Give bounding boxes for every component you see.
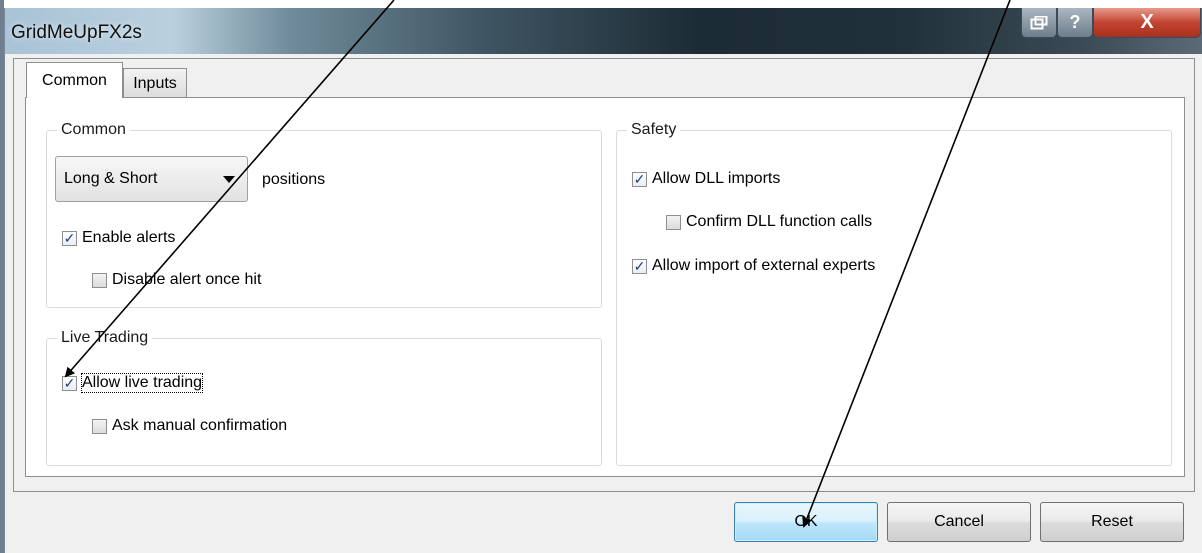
cancel-button[interactable]: Cancel bbox=[887, 502, 1031, 542]
ok-button[interactable]: OK bbox=[734, 502, 878, 542]
window-title: GridMeUpFX2s bbox=[11, 22, 142, 43]
help-icon: ? bbox=[1069, 12, 1081, 32]
enable-alerts-checkbox[interactable]: ✓ Enable alerts bbox=[62, 229, 175, 247]
checkbox-unchecked-icon bbox=[666, 214, 681, 230]
live-trading-group: Live Trading bbox=[46, 328, 602, 466]
confirm-dll-function-calls-checkbox[interactable]: Confirm DLL function calls bbox=[666, 213, 872, 231]
positions-select-value: Long & Short bbox=[64, 170, 158, 187]
checkbox-checked-icon: ✓ bbox=[62, 230, 77, 246]
ask-manual-confirmation-label: Ask manual confirmation bbox=[112, 417, 288, 434]
allow-import-external-experts-checkbox[interactable]: ✓ Allow import of external experts bbox=[632, 257, 875, 275]
help-button[interactable]: ? bbox=[1057, 8, 1093, 38]
confirm-dll-function-calls-label: Confirm DLL function calls bbox=[686, 213, 873, 230]
cancel-button-label: Cancel bbox=[934, 513, 984, 530]
positions-label: positions bbox=[262, 171, 326, 188]
close-button[interactable]: X bbox=[1093, 8, 1201, 38]
restore-icon bbox=[1030, 15, 1048, 29]
checkbox-checked-icon: ✓ bbox=[632, 258, 647, 274]
disable-alert-once-hit-checkbox[interactable]: Disable alert once hit bbox=[92, 271, 261, 289]
ask-manual-confirmation-checkbox[interactable]: Ask manual confirmation bbox=[92, 417, 287, 435]
enable-alerts-label: Enable alerts bbox=[82, 229, 176, 246]
close-icon: X bbox=[1140, 11, 1154, 33]
checkbox-checked-icon: ✓ bbox=[62, 375, 77, 391]
checkbox-unchecked-icon bbox=[92, 272, 107, 288]
chevron-down-icon bbox=[223, 175, 235, 183]
live-trading-group-legend: Live Trading bbox=[57, 328, 153, 348]
checkbox-unchecked-icon bbox=[92, 418, 107, 434]
allow-dll-imports-checkbox[interactable]: ✓ Allow DLL imports bbox=[632, 170, 780, 188]
common-group-legend: Common bbox=[57, 120, 130, 140]
tab-panel-common: Common Live Trading Safety ✓ Enable aler… bbox=[25, 97, 1185, 477]
allow-live-trading-checkbox[interactable]: ✓ Allow live trading bbox=[62, 373, 204, 393]
reset-button-label: Reset bbox=[1091, 513, 1133, 530]
disable-alert-once-hit-label: Disable alert once hit bbox=[112, 271, 262, 288]
title-bar: GridMeUpFX2s ? X bbox=[5, 8, 1202, 54]
ok-button-label: OK bbox=[794, 513, 818, 530]
tab-inputs-label: Inputs bbox=[133, 74, 177, 92]
checkbox-checked-icon: ✓ bbox=[632, 171, 647, 187]
tab-common[interactable]: Common bbox=[26, 62, 123, 98]
restore-button[interactable] bbox=[1021, 8, 1057, 38]
safety-group-legend: Safety bbox=[627, 120, 681, 140]
reset-button[interactable]: Reset bbox=[1040, 502, 1184, 542]
tab-common-label: Common bbox=[42, 71, 107, 89]
tab-inputs[interactable]: Inputs bbox=[123, 68, 187, 98]
allow-import-external-experts-label: Allow import of external experts bbox=[652, 257, 876, 274]
allow-live-trading-label: Allow live trading bbox=[80, 373, 204, 393]
allow-dll-imports-label: Allow DLL imports bbox=[652, 170, 781, 187]
positions-select[interactable]: Long & Short bbox=[55, 156, 248, 202]
